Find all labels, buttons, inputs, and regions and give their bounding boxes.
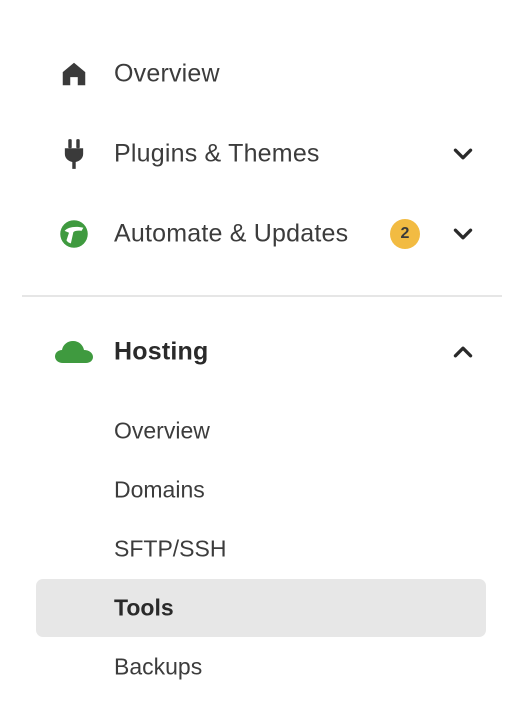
sidebar-nav: Overview Plugins & Themes Automate & Upd… [0, 0, 516, 712]
subnav-item-sftp-ssh[interactable]: SFTP/SSH [36, 520, 486, 578]
nav-item-label: Automate & Updates [114, 219, 349, 248]
plug-icon [54, 134, 94, 174]
notification-badge: 2 [390, 219, 420, 249]
subnav-item-label: Backups [114, 653, 203, 680]
home-icon [54, 54, 94, 94]
subnav-item-domains[interactable]: Domains [36, 461, 486, 519]
subnav-item-overview[interactable]: Overview [36, 402, 486, 460]
automate-icon [54, 214, 94, 254]
nav-item-label: Hosting [114, 337, 209, 366]
chevron-up-icon[interactable] [446, 335, 480, 369]
nav-item-automate-updates[interactable]: Automate & Updates 2 [40, 206, 490, 262]
nav-item-hosting[interactable]: Hosting [40, 324, 490, 380]
chevron-down-icon[interactable] [446, 217, 480, 251]
subnav-item-label: Tools [114, 594, 174, 621]
nav-item-overview[interactable]: Overview [40, 46, 490, 102]
cloud-icon [54, 332, 94, 372]
subnav-item-backups[interactable]: Backups [36, 638, 486, 696]
chevron-down-icon[interactable] [446, 137, 480, 171]
subnav-item-label: SFTP/SSH [114, 535, 227, 562]
section-divider [22, 295, 502, 297]
nav-item-label: Plugins & Themes [114, 139, 320, 168]
subnav-item-tools[interactable]: Tools [36, 579, 486, 637]
subnav-item-label: Overview [114, 417, 210, 444]
nav-item-label: Overview [114, 59, 220, 88]
nav-item-plugins-themes[interactable]: Plugins & Themes [40, 126, 490, 182]
subnav-item-label: Domains [114, 476, 205, 503]
